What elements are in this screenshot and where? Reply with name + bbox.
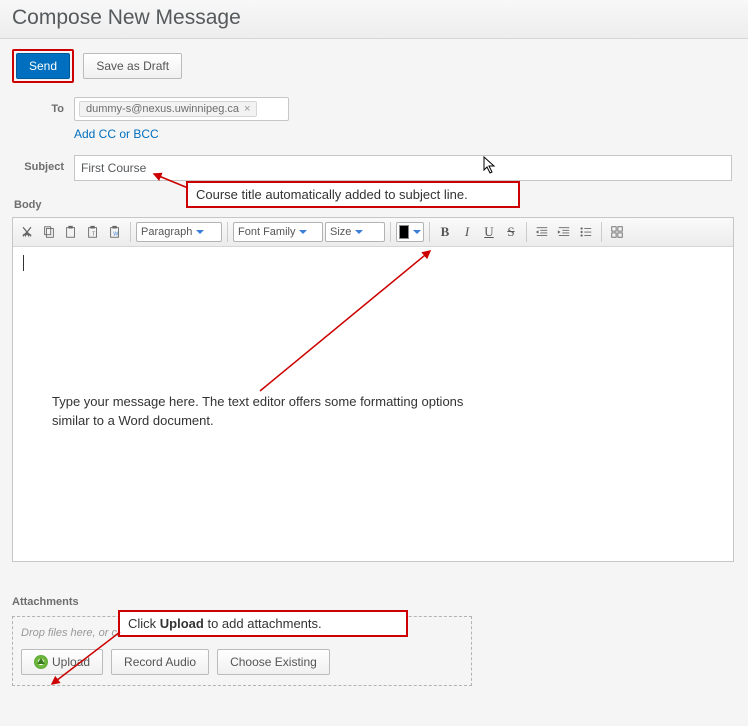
form-area: To dummy-s@nexus.uwinnipeg.ca × Add CC o… xyxy=(0,89,748,195)
underline-button[interactable]: U xyxy=(479,222,499,242)
italic-button[interactable]: I xyxy=(457,222,477,242)
bold-button[interactable]: B xyxy=(435,222,455,242)
font-family-label: Font Family xyxy=(238,226,295,238)
upload-label: Upload xyxy=(52,655,90,669)
toolbar-separator xyxy=(526,222,527,242)
svg-text:T: T xyxy=(92,232,96,238)
cut-button[interactable] xyxy=(17,222,37,242)
upload-annot-bold: Upload xyxy=(160,616,204,631)
color-swatch xyxy=(399,225,409,239)
attachments-section: Attachments Drop files here, or click be… xyxy=(0,582,748,694)
paste-icon xyxy=(64,225,78,239)
choose-existing-button[interactable]: Choose Existing xyxy=(217,649,330,675)
fullscreen-icon xyxy=(610,225,624,239)
add-cc-bcc-link[interactable]: Add CC or BCC xyxy=(74,127,159,141)
recipient-text: dummy-s@nexus.uwinnipeg.ca xyxy=(86,103,239,115)
send-highlight: Send xyxy=(12,49,74,83)
indent-icon xyxy=(557,225,571,239)
toolbar-separator xyxy=(390,222,391,242)
bullets-icon xyxy=(579,225,593,239)
paste-word-button[interactable]: W xyxy=(105,222,125,242)
upload-icon xyxy=(34,655,48,669)
caret-icon xyxy=(355,230,363,234)
copy-button[interactable] xyxy=(39,222,59,242)
action-row: Send Save as Draft xyxy=(0,39,748,89)
page-title: Compose New Message xyxy=(12,6,736,30)
body-annotation-text: Type your message here. The text editor … xyxy=(52,394,463,428)
caret-icon xyxy=(299,230,307,234)
upload-annot-pre: Click xyxy=(128,616,160,631)
paste-button[interactable] xyxy=(61,222,81,242)
toolbar-separator xyxy=(429,222,430,242)
scissors-icon xyxy=(20,225,34,239)
toolbar-separator xyxy=(227,222,228,242)
save-draft-button[interactable]: Save as Draft xyxy=(83,53,182,79)
copy-icon xyxy=(42,225,56,239)
subject-row: Subject xyxy=(12,155,736,181)
editor-toolbar: T W Paragraph Font Family Size B I U S xyxy=(13,218,733,247)
font-family-select[interactable]: Font Family xyxy=(233,222,323,242)
bullet-list-button[interactable] xyxy=(576,222,596,242)
text-cursor xyxy=(23,255,24,271)
text-color-select[interactable] xyxy=(396,222,424,242)
caret-icon xyxy=(196,230,204,234)
editor: T W Paragraph Font Family Size B I U S xyxy=(12,217,734,562)
attachments-label: Attachments xyxy=(12,596,79,608)
paste-word-icon: W xyxy=(108,225,122,239)
toolbar-separator xyxy=(601,222,602,242)
caret-icon xyxy=(413,230,421,234)
outdent-icon xyxy=(535,225,549,239)
subject-label: Subject xyxy=(12,155,74,173)
upload-button[interactable]: Upload xyxy=(21,649,103,675)
subject-input[interactable] xyxy=(74,155,732,181)
record-audio-button[interactable]: Record Audio xyxy=(111,649,209,675)
svg-text:W: W xyxy=(113,232,118,238)
send-button[interactable]: Send xyxy=(16,53,70,79)
to-label: To xyxy=(12,97,74,115)
mouse-cursor-icon xyxy=(483,156,499,179)
fullscreen-button[interactable] xyxy=(607,222,627,242)
body-annotation: Type your message here. The text editor … xyxy=(52,393,472,431)
paragraph-select[interactable]: Paragraph xyxy=(136,222,222,242)
recipient-chip: dummy-s@nexus.uwinnipeg.ca × xyxy=(79,101,257,117)
toolbar-separator xyxy=(130,222,131,242)
to-input[interactable]: dummy-s@nexus.uwinnipeg.ca × xyxy=(74,97,289,121)
subject-annotation: Course title automatically added to subj… xyxy=(186,181,520,208)
strike-button[interactable]: S xyxy=(501,222,521,242)
remove-recipient-icon[interactable]: × xyxy=(244,103,250,115)
indent-button[interactable] xyxy=(554,222,574,242)
to-row: To dummy-s@nexus.uwinnipeg.ca × Add CC o… xyxy=(12,97,736,141)
paste-text-icon: T xyxy=(86,225,100,239)
upload-annotation: Click Upload to add attachments. xyxy=(118,610,408,637)
paragraph-label: Paragraph xyxy=(141,226,192,238)
font-size-select[interactable]: Size xyxy=(325,222,385,242)
subject-annotation-text: Course title automatically added to subj… xyxy=(196,187,468,202)
paste-text-button[interactable]: T xyxy=(83,222,103,242)
page-header: Compose New Message xyxy=(0,0,748,39)
font-size-label: Size xyxy=(330,226,351,238)
upload-annot-post: to add attachments. xyxy=(204,616,322,631)
outdent-button[interactable] xyxy=(532,222,552,242)
